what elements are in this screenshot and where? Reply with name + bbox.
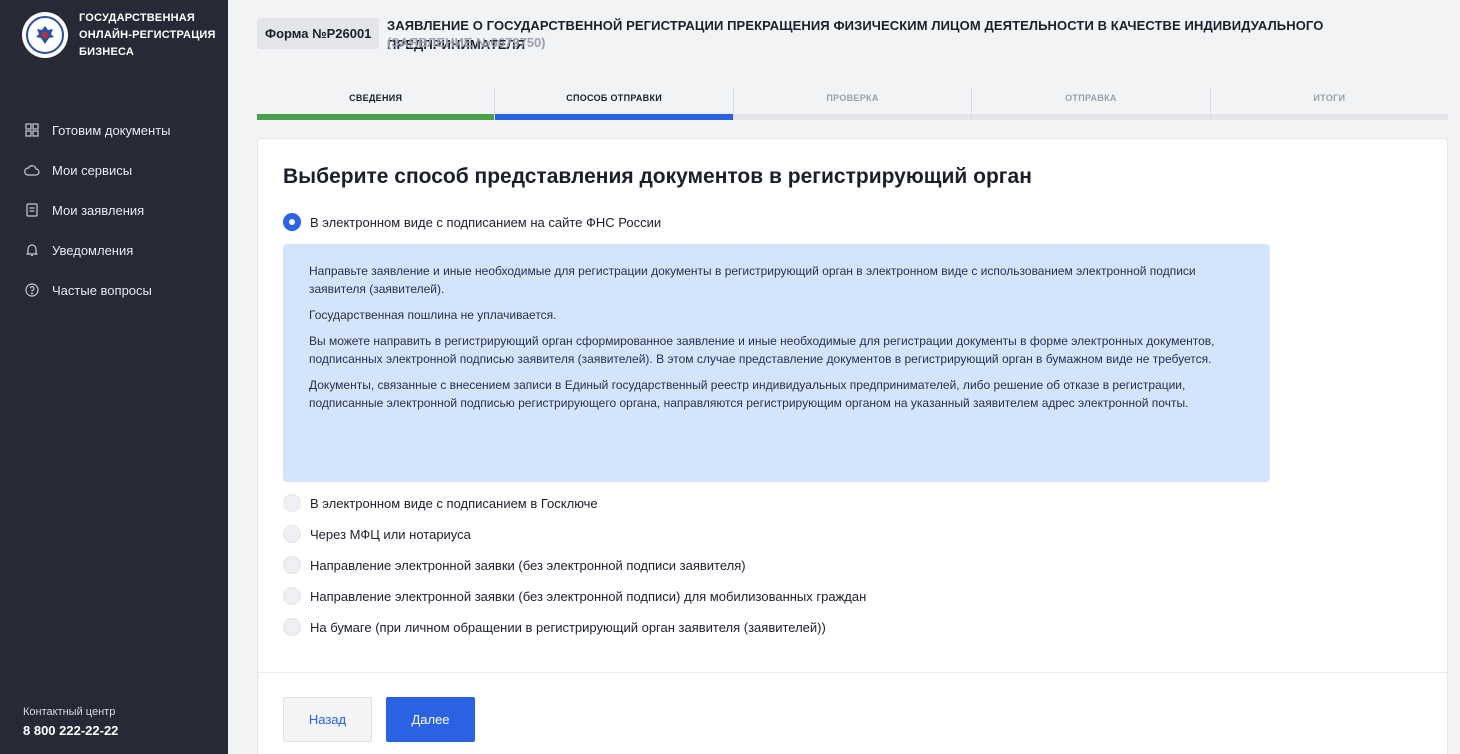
next-button[interactable]: Далее xyxy=(386,697,475,742)
option-label: Направление электронной заявки (без элек… xyxy=(310,557,746,573)
step-send[interactable]: ОТПРАВКА xyxy=(971,88,1210,120)
step-progress-bar xyxy=(972,114,1210,120)
section-heading: Выберите способ представления документов… xyxy=(283,165,1032,188)
info-paragraph: Направьте заявление и иные необходимые д… xyxy=(309,264,1196,296)
sidebar-item-faq[interactable]: Частые вопросы xyxy=(0,270,228,310)
sidebar-nav: Готовим документы Мои сервисы Мои заявле… xyxy=(0,110,228,310)
option-paper[interactable]: На бумаге (при личном обращении в регист… xyxy=(283,618,826,636)
step-results[interactable]: ИТОГИ xyxy=(1209,88,1449,120)
sidebar-item-applications[interactable]: Мои заявления xyxy=(0,190,228,230)
grid-icon xyxy=(24,122,40,138)
step-delivery-method[interactable]: СПОСОБ ОТПРАВКИ xyxy=(494,88,733,120)
option-fns-signature[interactable]: В электронном виде с подписанием на сайт… xyxy=(283,213,661,231)
form-number-badge: Форма №Р26001 xyxy=(257,18,380,49)
option-electronic-request[interactable]: Направление электронной заявки (без элек… xyxy=(283,556,746,574)
radio-button[interactable] xyxy=(283,618,301,636)
sidebar-item-label: Мои сервисы xyxy=(52,162,133,178)
step-progress-bar xyxy=(257,114,495,120)
application-number: (ЗАЯВЛЕНИЕ №6679750) xyxy=(387,35,546,50)
sidebar-item-label: Готовим документы xyxy=(52,122,171,138)
fns-emblem-logo[interactable] xyxy=(22,12,68,58)
sidebar-item-notifications[interactable]: Уведомления xyxy=(0,230,228,270)
option-goskey[interactable]: В электронном виде с подписанием в Госкл… xyxy=(283,494,598,512)
step-progress-bar xyxy=(1210,114,1449,120)
sidebar-item-label: Частые вопросы xyxy=(52,282,152,298)
sidebar: Государственная онлайн-регистрация бизне… xyxy=(0,0,228,754)
step-check[interactable]: ПРОВЕРКА xyxy=(732,88,972,120)
option-label: Направление электронной заявки (без элек… xyxy=(310,588,867,604)
cloud-icon xyxy=(24,162,40,178)
progress-steps: СВЕДЕНИЯ СПОСОБ ОТПРАВКИ ПРОВЕРКА ОТПРАВ… xyxy=(257,88,1449,120)
step-progress-bar xyxy=(495,114,733,120)
contact-center: Контактный центр 8 800 222-22-22 xyxy=(23,706,118,738)
step-label: ПРОВЕРКА xyxy=(826,93,879,103)
sidebar-item-label: Уведомления xyxy=(52,242,134,258)
option-mobilized-citizens[interactable]: Направление электронной заявки (без элек… xyxy=(283,587,866,605)
back-button[interactable]: Назад xyxy=(283,697,372,742)
delivery-method-card: Выберите способ представления документов… xyxy=(257,138,1448,754)
brand-line-3: бизнеса xyxy=(79,46,134,58)
document-icon xyxy=(24,202,40,218)
option-mfc-notary[interactable]: Через МФЦ или нотариуса xyxy=(283,525,471,543)
sidebar-item-services[interactable]: Мои сервисы xyxy=(0,150,228,190)
radio-button[interactable] xyxy=(283,587,301,605)
info-paragraph: Документы, связанные с внесением записи … xyxy=(309,378,1189,410)
info-paragraph: Государственная пошлина не уплачивается. xyxy=(309,308,557,322)
step-label: ИТОГИ xyxy=(1313,93,1346,103)
radio-button[interactable] xyxy=(283,556,301,574)
step-label: СПОСОБ ОТПРАВКИ xyxy=(566,93,663,103)
step-details[interactable]: СВЕДЕНИЯ xyxy=(257,88,495,120)
eagle-emblem-icon xyxy=(26,16,64,54)
bell-icon xyxy=(24,242,40,258)
info-paragraph: Вы можете направить в регистрирующий орг… xyxy=(309,334,1215,366)
contact-center-phone[interactable]: 8 800 222-22-22 xyxy=(23,723,118,738)
radio-button[interactable] xyxy=(283,525,301,543)
option-label: В электронном виде с подписанием на сайт… xyxy=(310,214,662,230)
radio-button[interactable] xyxy=(283,494,301,512)
divider xyxy=(258,672,1447,673)
sidebar-item-documents[interactable]: Готовим документы xyxy=(0,110,228,150)
option-label: На бумаге (при личном обращении в регист… xyxy=(310,619,826,635)
info-box: Направьте заявление и иные необходимые д… xyxy=(283,244,1270,482)
brand-title[interactable]: Государственная онлайн-регистрация бизне… xyxy=(79,10,216,61)
contact-center-label: Контактный центр xyxy=(23,706,116,718)
question-icon xyxy=(24,282,40,298)
step-label: ОТПРАВКА xyxy=(1065,93,1117,103)
option-label: Через МФЦ или нотариуса xyxy=(310,526,471,542)
sidebar-item-label: Мои заявления xyxy=(52,202,145,218)
step-progress-bar xyxy=(733,114,972,120)
radio-button[interactable] xyxy=(283,213,301,231)
brand-line-1: Государственная xyxy=(79,12,195,24)
brand-line-2: онлайн-регистрация xyxy=(79,29,216,41)
option-label: В электронном виде с подписанием в Госкл… xyxy=(310,495,598,511)
step-label: СВЕДЕНИЯ xyxy=(349,93,403,103)
